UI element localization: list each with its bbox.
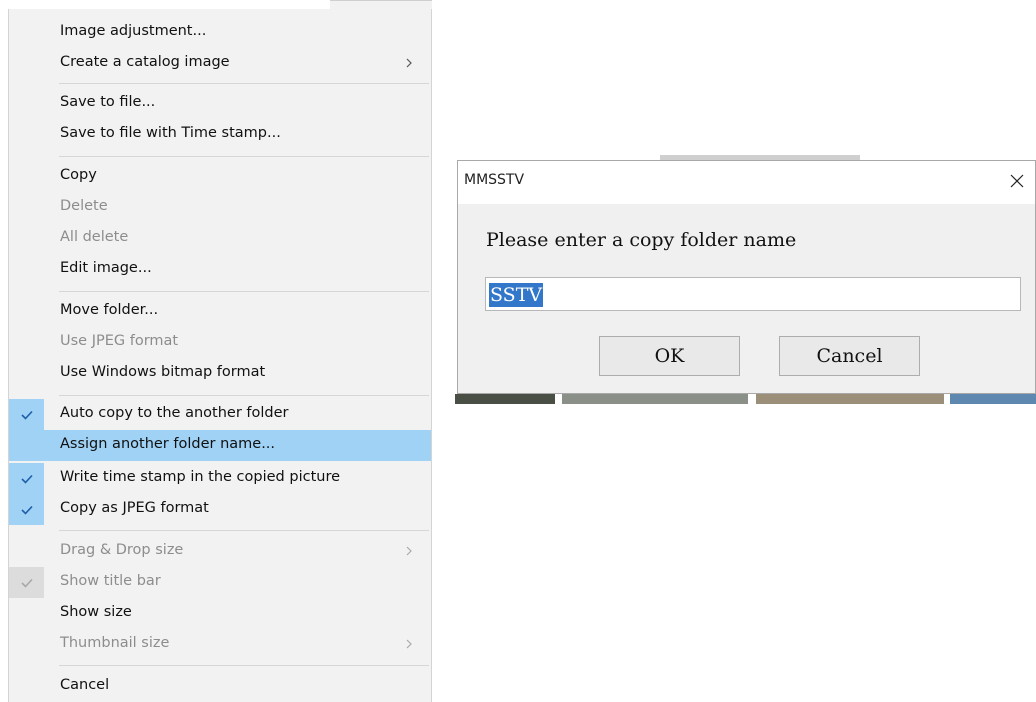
menu-item-label: Drag & Drop size	[60, 542, 184, 558]
dialog-body: Please enter a copy folder name SSTV OK …	[458, 204, 1035, 393]
menu-item-all-delete: All delete	[9, 223, 431, 254]
menu-item-label: Create a catalog image	[60, 54, 230, 70]
cancel-button[interactable]: Cancel	[779, 336, 920, 376]
dialog-prompt: Please enter a copy folder name	[486, 229, 797, 251]
menu-item-thumbnail-size: Thumbnail size	[9, 629, 431, 660]
menu-item-label: Move folder...	[60, 302, 159, 318]
check-icon	[20, 410, 33, 420]
menu-separator	[59, 156, 429, 157]
chevron-right-icon	[406, 546, 412, 556]
menu-item-edit-image[interactable]: Edit image...	[9, 254, 431, 285]
menu-item-label: Image adjustment...	[60, 23, 207, 39]
menu-item-copy-as-jpeg[interactable]: Copy as JPEG format	[9, 494, 431, 525]
check-box-area	[9, 399, 44, 430]
menu-separator	[59, 83, 429, 84]
menu-item-move-folder[interactable]: Move folder...	[9, 296, 431, 327]
menu-item-auto-copy[interactable]: Auto copy to the another folder	[9, 399, 431, 430]
check-box-area	[9, 494, 44, 525]
menu-item-create-catalog-image[interactable]: Create a catalog image	[9, 48, 431, 79]
menu-item-show-size[interactable]: Show size	[9, 598, 431, 629]
menu-item-label: Thumbnail size	[60, 635, 170, 651]
menu-top-edge	[330, 0, 432, 9]
check-box-area	[9, 463, 44, 494]
menu-item-label: Copy	[60, 167, 97, 183]
menu-item-label: Edit image...	[60, 260, 152, 276]
menu-item-label: Auto copy to the another folder	[60, 405, 289, 421]
menu-item-assign-folder-name[interactable]: Assign another folder name...	[9, 430, 431, 461]
menu-item-drag-drop-size: Drag & Drop size	[9, 536, 431, 567]
folder-name-value: SSTV	[489, 283, 544, 307]
menu-item-save-with-time-stamp[interactable]: Save to file with Time stamp...	[9, 119, 431, 150]
menu-item-delete: Delete	[9, 192, 431, 223]
menu-item-label: Copy as JPEG format	[60, 500, 209, 516]
close-button[interactable]	[1003, 167, 1031, 195]
menu-item-write-time-stamp[interactable]: Write time stamp in the copied picture	[9, 463, 431, 494]
close-icon	[1010, 174, 1024, 188]
check-icon	[20, 505, 33, 515]
background-thumbnail	[950, 394, 1036, 404]
menu-item-label: Use Windows bitmap format	[60, 364, 266, 380]
menu-item-save-to-file[interactable]: Save to file...	[9, 88, 431, 119]
menu-separator	[59, 665, 429, 666]
menu-item-label: All delete	[60, 229, 129, 245]
menu-item-copy[interactable]: Copy	[9, 161, 431, 192]
menu-item-use-jpeg-format: Use JPEG format	[9, 327, 431, 358]
menu-separator	[59, 395, 429, 396]
menu-item-label: Show size	[60, 604, 132, 620]
background-thumbnail	[455, 394, 555, 404]
menu-item-label: Assign another folder name...	[60, 436, 276, 452]
chevron-right-icon	[406, 58, 412, 68]
menu-item-show-title-bar: Show title bar	[9, 567, 431, 598]
menu-item-label: Cancel	[60, 677, 110, 693]
menu-item-label: Delete	[60, 198, 108, 214]
menu-item-label: Show title bar	[60, 573, 161, 589]
chevron-right-icon	[406, 639, 412, 649]
menu-item-label: Write time stamp in the copied picture	[60, 469, 341, 485]
menu-separator	[59, 291, 429, 292]
menu-item-image-adjustment[interactable]: Image adjustment...	[9, 17, 431, 48]
background-thumbnail	[756, 394, 944, 404]
menu-item-use-bitmap-format[interactable]: Use Windows bitmap format	[9, 358, 431, 389]
input-dialog: MMSSTV Please enter a copy folder name S…	[457, 160, 1036, 394]
check-icon	[20, 474, 33, 484]
check-box-area	[9, 567, 44, 598]
menu-item-label: Use JPEG format	[60, 333, 179, 349]
dialog-title: MMSSTV	[464, 172, 525, 188]
background-thumbnail	[562, 394, 748, 404]
folder-name-input[interactable]: SSTV	[485, 277, 1021, 311]
ok-button[interactable]: OK	[599, 336, 740, 376]
menu-item-label: Save to file with Time stamp...	[60, 125, 281, 141]
check-icon	[20, 578, 33, 588]
menu-item-label: Save to file...	[60, 94, 156, 110]
context-menu: Image adjustment... Create a catalog ima…	[8, 9, 432, 702]
menu-item-cancel[interactable]: Cancel	[9, 671, 431, 702]
menu-separator	[59, 530, 429, 531]
